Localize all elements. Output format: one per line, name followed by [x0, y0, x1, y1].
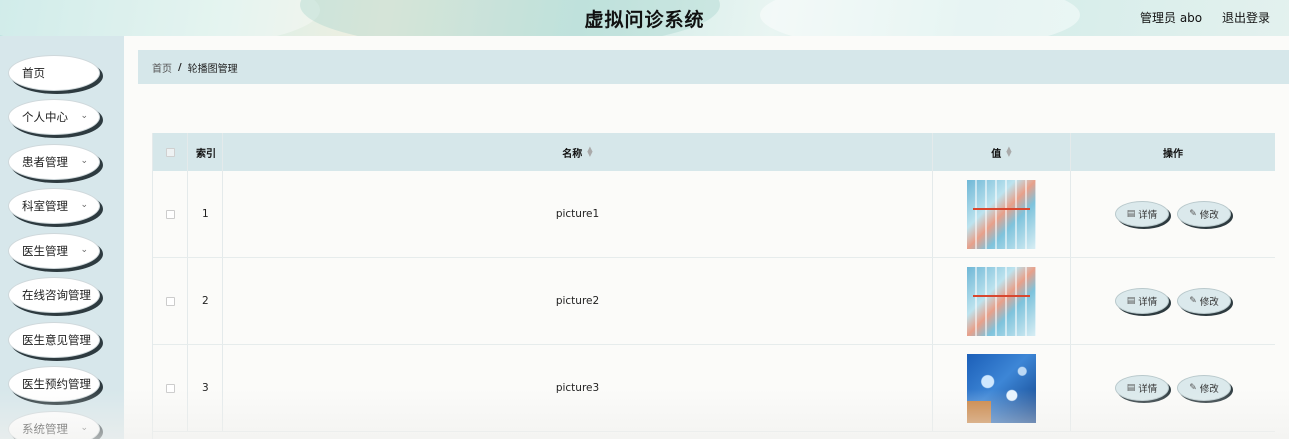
sidebar-item-label: 医生管理 — [22, 244, 68, 258]
sidebar-item-label: 首页 — [22, 66, 45, 80]
sidebar-item-online-consultation[interactable]: 在线咨询管理 — [8, 277, 100, 313]
top-header: 虚拟问诊系统 管理员 abo 退出登录 — [0, 0, 1289, 36]
sidebar-item-department-management[interactable]: 科室管理 ⌄ — [8, 188, 100, 224]
current-user-label: 管理员 abo — [1140, 11, 1203, 25]
app-title: 虚拟问诊系统 — [584, 9, 705, 31]
row-checkbox[interactable] — [165, 209, 175, 219]
row-index: 3 — [202, 382, 209, 394]
carousel-image-thumbnail[interactable] — [967, 353, 1036, 423]
row-checkbox-cell — [153, 258, 187, 344]
carousel-image-thumbnail[interactable] — [967, 179, 1036, 249]
edit-button[interactable]: ✎ 修改 — [1177, 201, 1231, 227]
row-index-cell: 1 — [187, 171, 222, 257]
row-ops-cell: ▤ 详情 ✎ 修改 — [1070, 171, 1275, 257]
row-name: picture2 — [555, 295, 600, 307]
sidebar-item-label: 医生预约管理 — [22, 377, 91, 391]
document-icon: ▤ — [1126, 296, 1136, 306]
sidebar-item-label: 医生意见管理 — [22, 333, 91, 347]
column-header-value: 值 — [991, 148, 1002, 160]
chevron-down-icon: ⌄ — [80, 423, 88, 433]
document-icon: ▤ — [1126, 209, 1136, 219]
row-name-cell: picture1 — [222, 171, 932, 257]
table-row: 2 picture2 ▤ 详情 ✎ 修改 — [153, 258, 1275, 345]
detail-button-label: 详情 — [1138, 210, 1158, 221]
pencil-icon: ✎ — [1189, 383, 1197, 393]
detail-button-label: 详情 — [1138, 384, 1158, 395]
detail-button[interactable]: ▤ 详情 — [1115, 375, 1169, 401]
sidebar-item-label: 科室管理 — [22, 199, 68, 213]
select-all-checkbox[interactable] — [165, 147, 175, 157]
sidebar-item-label: 个人中心 — [22, 110, 68, 124]
row-checkbox[interactable] — [165, 296, 175, 306]
row-value-cell — [932, 171, 1070, 257]
sidebar-item-patient-management[interactable]: 患者管理 ⌄ — [8, 144, 100, 180]
pencil-icon: ✎ — [1189, 296, 1197, 306]
sidebar-item-system-management[interactable]: 系统管理 ⌄ — [8, 411, 100, 439]
row-index-cell: 2 — [187, 258, 222, 344]
row-name-cell: picture3 — [222, 345, 932, 431]
column-header-ops: 操作 — [1163, 148, 1183, 160]
edit-button-label: 修改 — [1199, 297, 1219, 308]
user-area: 管理员 abo 退出登录 — [1124, 9, 1270, 26]
sort-icon[interactable]: ▲ ▼ — [1006, 146, 1011, 158]
column-header-name: 名称 — [562, 148, 583, 160]
row-index-cell: 3 — [187, 345, 222, 431]
chevron-down-icon: ⌄ — [80, 111, 88, 121]
row-name: picture3 — [555, 382, 600, 394]
row-checkbox-cell — [153, 345, 187, 431]
row-index: 1 — [202, 208, 209, 220]
header-name[interactable]: 名称 ▲ ▼ — [222, 133, 932, 171]
edit-button-label: 修改 — [1199, 210, 1219, 221]
table-header: 索引 名称 ▲ ▼ 值 ▲ ▼ 操作 — [153, 133, 1275, 171]
breadcrumb-current: 轮播图管理 — [187, 63, 238, 75]
column-header-index: 索引 — [196, 148, 216, 160]
carousel-table: 索引 名称 ▲ ▼ 值 ▲ ▼ 操作 1 picture1 ▤ 详情 ✎ 修改 … — [152, 133, 1275, 439]
chevron-down-icon: ⌄ — [80, 200, 88, 210]
breadcrumb-home-link[interactable]: 首页 — [152, 60, 172, 75]
chevron-down-icon: ⌄ — [80, 245, 88, 255]
row-ops-cell: ▤ 详情 ✎ 修改 — [1070, 345, 1275, 431]
row-index: 2 — [202, 295, 209, 307]
table-row: 3 picture3 ▤ 详情 ✎ 修改 — [153, 345, 1275, 432]
document-icon: ▤ — [1126, 383, 1136, 393]
row-name-cell: picture2 — [222, 258, 932, 344]
row-value-cell — [932, 345, 1070, 431]
sidebar-item-doctor-appointment[interactable]: 医生预约管理 — [8, 366, 100, 402]
sort-icon[interactable]: ▲ ▼ — [587, 146, 592, 158]
edit-button[interactable]: ✎ 修改 — [1177, 375, 1231, 401]
sidebar-item-doctor-opinion[interactable]: 医生意见管理 — [8, 322, 100, 358]
row-name: picture1 — [555, 208, 600, 220]
row-checkbox-cell — [153, 171, 187, 257]
detail-button[interactable]: ▤ 详情 — [1115, 288, 1169, 314]
row-ops-cell: ▤ 详情 ✎ 修改 — [1070, 258, 1275, 344]
detail-button-label: 详情 — [1138, 297, 1158, 308]
header-value[interactable]: 值 ▲ ▼ — [932, 133, 1070, 171]
row-value-cell — [932, 258, 1070, 344]
carousel-image-thumbnail[interactable] — [967, 266, 1036, 336]
row-checkbox[interactable] — [165, 383, 175, 393]
logout-link[interactable]: 退出登录 — [1222, 11, 1270, 25]
header-index: 索引 — [187, 133, 222, 171]
breadcrumb: 首页 / 轮播图管理 — [138, 50, 1289, 84]
table-row: 1 picture1 ▤ 详情 ✎ 修改 — [153, 171, 1275, 258]
sidebar-item-doctor-management[interactable]: 医生管理 ⌄ — [8, 233, 100, 269]
edit-button-label: 修改 — [1199, 384, 1219, 395]
sidebar-nav: 首页 个人中心 ⌄ 患者管理 ⌄ 科室管理 ⌄ 医生管理 ⌄ 在线咨询管理 医生… — [0, 36, 124, 439]
edit-button[interactable]: ✎ 修改 — [1177, 288, 1231, 314]
pencil-icon: ✎ — [1189, 209, 1197, 219]
sidebar-item-label: 患者管理 — [22, 155, 68, 169]
main-content: 首页 / 轮播图管理 索引 名称 ▲ ▼ 值 ▲ ▼ 操作 1 picture1… — [124, 36, 1289, 439]
header-checkbox-cell — [153, 133, 187, 171]
breadcrumb-separator: / — [178, 61, 182, 73]
sidebar-item-personal-center[interactable]: 个人中心 ⌄ — [8, 99, 100, 135]
detail-button[interactable]: ▤ 详情 — [1115, 201, 1169, 227]
sidebar-item-label: 在线咨询管理 — [22, 288, 91, 302]
chevron-down-icon: ⌄ — [80, 156, 88, 166]
header-ops: 操作 — [1070, 133, 1275, 171]
sidebar-item-label: 系统管理 — [22, 422, 68, 436]
sidebar-item-home[interactable]: 首页 — [8, 55, 100, 91]
